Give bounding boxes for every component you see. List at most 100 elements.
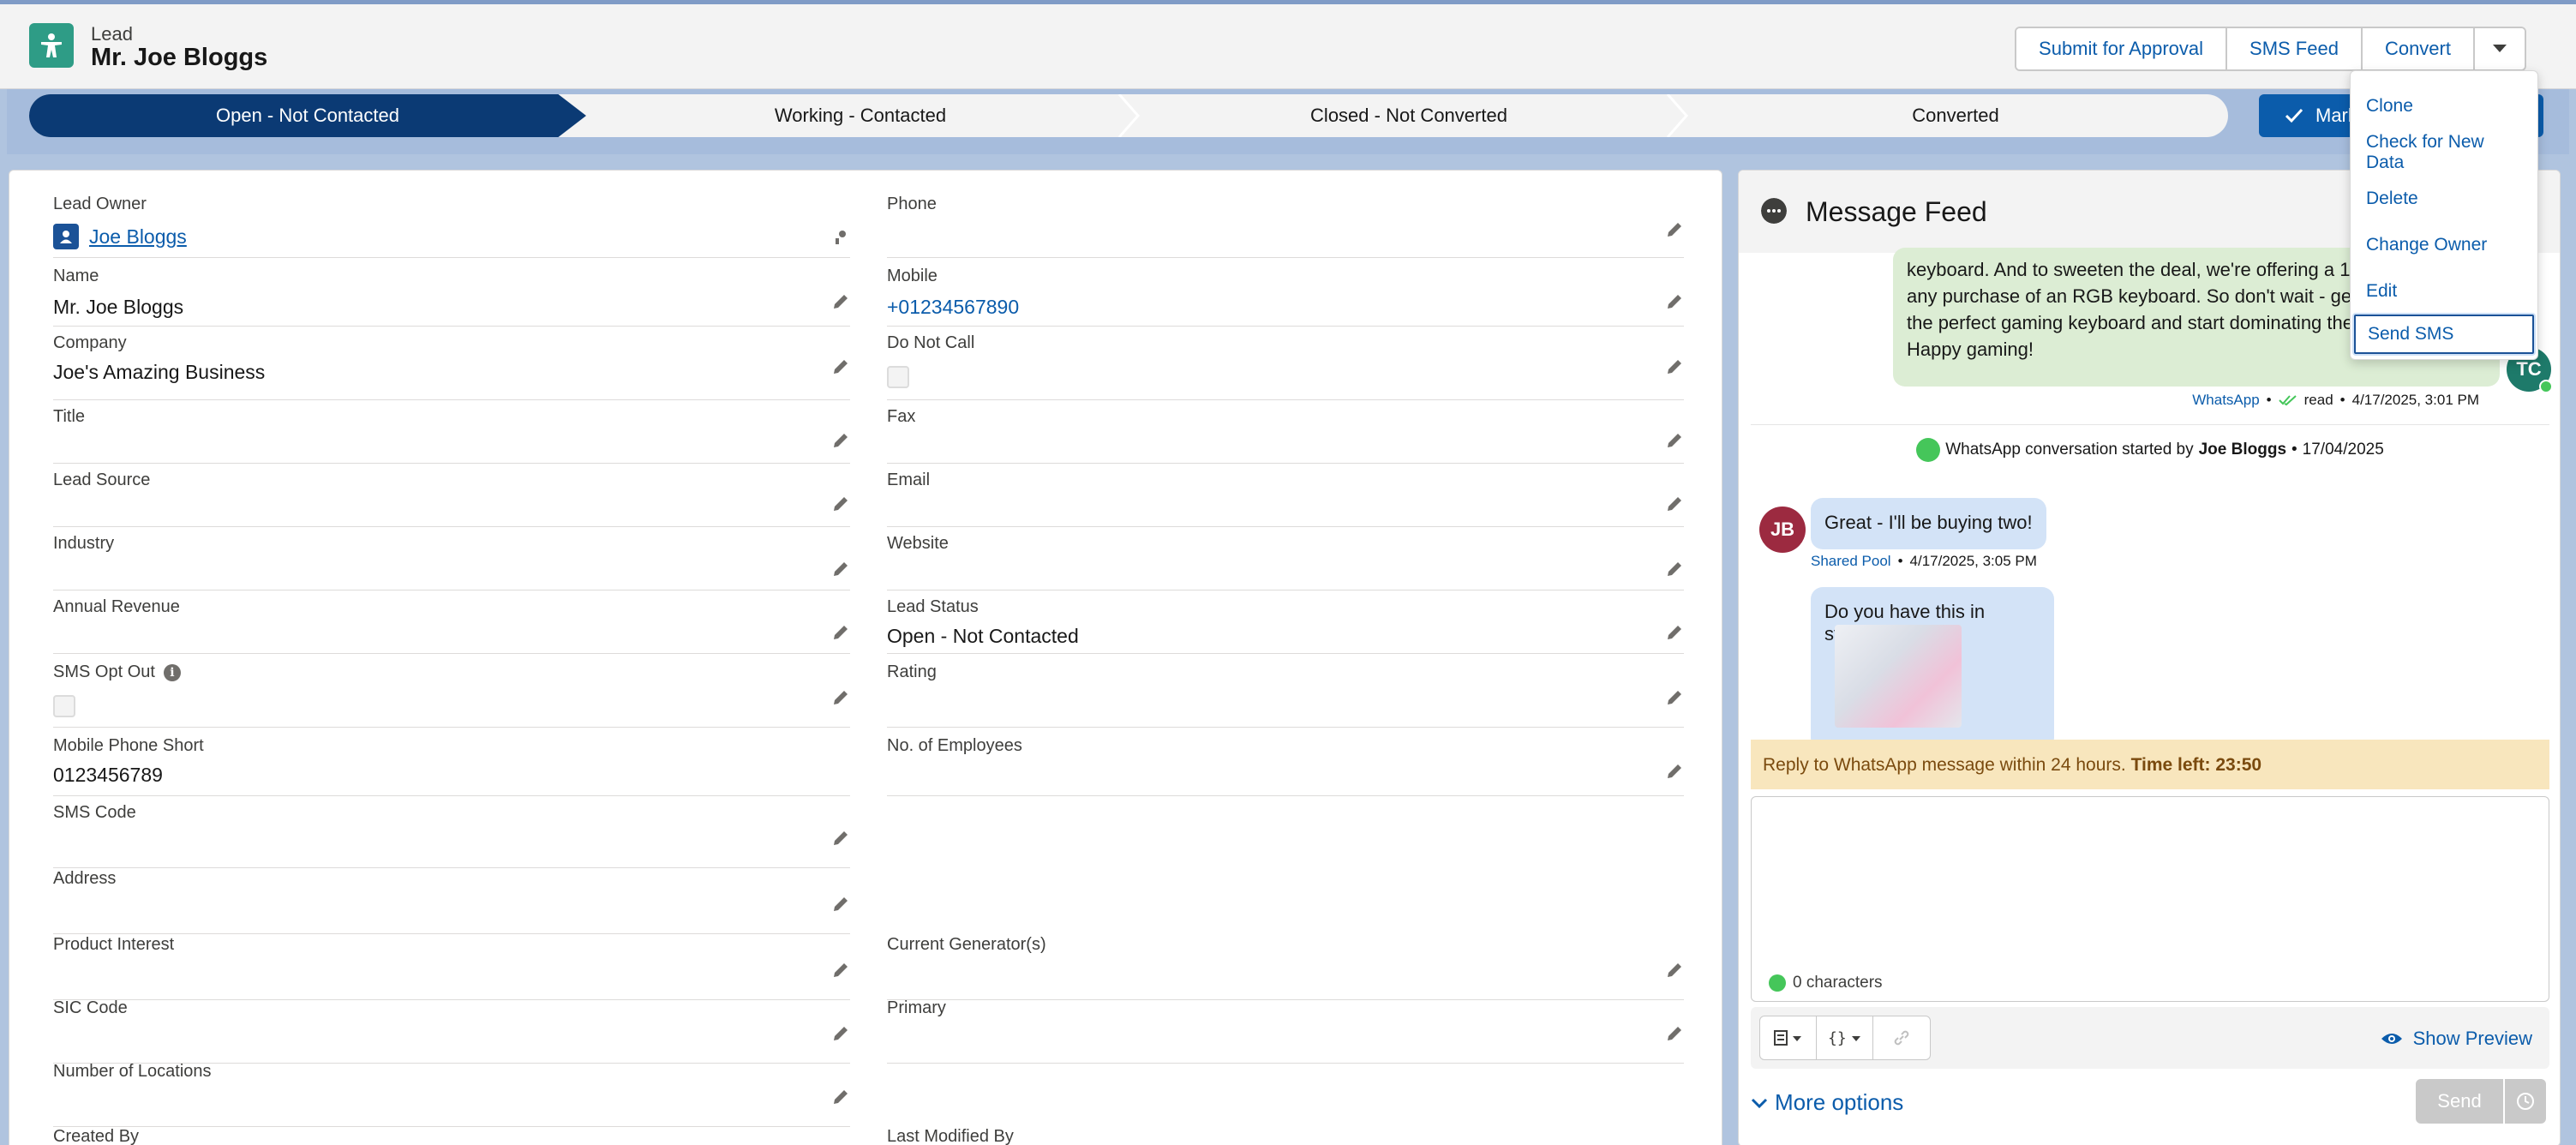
more-actions-button[interactable] (2475, 28, 2525, 69)
whatsapp-icon (1916, 438, 1941, 462)
field-current-generators: Current Generator(s) (887, 935, 1684, 1000)
more-options-toggle[interactable]: More options (1751, 1089, 1903, 1116)
edit-pencil-icon[interactable] (1665, 292, 1684, 311)
edit-pencil-icon[interactable] (831, 623, 850, 642)
header-action-group: Submit for Approval SMS Feed Convert (2015, 27, 2526, 71)
field-label: Do Not Call (887, 333, 975, 352)
keyboard-image[interactable] (1835, 625, 1962, 728)
field-value: Mr. Joe Bloggs (53, 296, 184, 318)
mobile-link[interactable]: +01234567890 (887, 296, 1019, 319)
sms-opt-out-checkbox[interactable] (53, 695, 75, 717)
field-no-of-employees: No. of Employees (887, 736, 1684, 796)
field-label: Lead Owner (53, 195, 147, 213)
svg-text:{}: {} (1828, 1029, 1847, 1046)
change-owner-icon[interactable] (831, 227, 850, 246)
edit-pencil-icon[interactable] (831, 292, 850, 311)
field-value: 0123456789 (53, 764, 163, 786)
char-count-text: 0 characters (1793, 974, 1883, 992)
separator-dot: • (2291, 441, 2297, 459)
template-picker-button[interactable] (1760, 1016, 1817, 1059)
field-label: Lead Status (887, 597, 979, 616)
field-mobile: Mobile +01234567890 (887, 267, 1684, 327)
menu-item-delete[interactable]: Delete (2351, 176, 2537, 222)
edit-pencil-icon[interactable] (1665, 560, 1684, 578)
lead-owner-link[interactable]: Joe Bloggs (89, 225, 187, 249)
edit-pencil-icon[interactable] (831, 560, 850, 578)
merge-field-button[interactable]: {} (1817, 1016, 1873, 1059)
chat-icon (1761, 198, 1787, 224)
path-stage-converted[interactable]: Converted (1683, 94, 2228, 137)
edit-pencil-icon[interactable] (831, 431, 850, 450)
lead-path: Open - Not Contacted Working - Contacted… (29, 94, 2228, 137)
field-do-not-call: Do Not Call (887, 333, 1684, 400)
do-not-call-checkbox[interactable] (887, 366, 909, 388)
field-label: Lead Source (53, 471, 151, 489)
menu-item-send-sms[interactable]: Send SMS (2354, 315, 2534, 354)
field-label: Industry (53, 534, 115, 553)
field-created-by: Created By (53, 1127, 850, 1145)
info-icon[interactable]: i (163, 663, 181, 681)
edit-pencil-icon[interactable] (1665, 762, 1684, 781)
field-label: Annual Revenue (53, 597, 180, 616)
message-compose-input[interactable]: 0 characters (1751, 796, 2549, 1002)
edit-pencil-icon[interactable] (1665, 961, 1684, 980)
template-icon (1773, 1030, 1801, 1046)
field-label: Current Generator(s) (887, 935, 1046, 954)
show-preview-label: Show Preview (2412, 1028, 2532, 1049)
edit-pencil-icon[interactable] (831, 829, 850, 848)
separator-dot: • (2266, 392, 2272, 408)
clock-icon (2517, 1093, 2534, 1110)
edit-pencil-icon[interactable] (1665, 431, 1684, 450)
field-label: Title (53, 407, 86, 426)
path-stage-open-not-contacted[interactable]: Open - Not Contacted (29, 94, 586, 137)
edit-pencil-icon[interactable] (831, 357, 850, 376)
edit-pencil-icon[interactable] (831, 1088, 850, 1106)
field-phone: Phone (887, 195, 1684, 258)
show-preview-button[interactable]: Show Preview (2381, 1028, 2532, 1050)
path-stage-closed-not-converted[interactable]: Closed - Not Converted (1135, 94, 1683, 137)
convert-button[interactable]: Convert (2362, 28, 2475, 69)
menu-item-change-owner[interactable]: Change Owner (2351, 222, 2537, 268)
edit-pencil-icon[interactable] (1665, 220, 1684, 239)
path-stage-working-contacted[interactable]: Working - Contacted (586, 94, 1135, 137)
field-sic-code: SIC Code (53, 998, 850, 1064)
edit-pencil-icon[interactable] (831, 895, 850, 914)
eye-icon (2381, 1034, 2402, 1044)
submit-for-approval-button[interactable]: Submit for Approval (2016, 28, 2228, 69)
field-lead-owner: Lead Owner Joe Bloggs (53, 195, 850, 258)
started-date: 17/04/2025 (2302, 441, 2384, 459)
edit-pencil-icon[interactable] (831, 961, 850, 980)
menu-item-check-for-new-data[interactable]: Check for New Data (2351, 129, 2537, 176)
reply-window-notice: Reply to WhatsApp message within 24 hour… (1751, 740, 2549, 789)
edit-pencil-icon[interactable] (831, 688, 850, 707)
edit-pencil-icon[interactable] (1665, 1024, 1684, 1043)
schedule-send-button[interactable] (2505, 1079, 2546, 1124)
edit-pencil-icon[interactable] (831, 1024, 850, 1043)
edit-pencil-icon[interactable] (1665, 688, 1684, 707)
edit-pencil-icon[interactable] (831, 495, 850, 513)
field-label: SMS Code (53, 803, 136, 822)
send-button[interactable]: Send (2416, 1079, 2505, 1124)
menu-item-clone[interactable]: Clone (2351, 83, 2537, 129)
edit-pencil-icon[interactable] (1665, 357, 1684, 376)
field-email: Email (887, 471, 1684, 527)
started-by-name: Joe Bloggs (2198, 441, 2287, 459)
sms-feed-button[interactable]: SMS Feed (2227, 28, 2363, 69)
message-time: 4/17/2025, 3:01 PM (2351, 392, 2479, 408)
edit-pencil-icon[interactable] (1665, 623, 1684, 642)
channel-label: WhatsApp (2192, 392, 2260, 408)
more-options-label: More options (1775, 1089, 1904, 1115)
outgoing-message-meta: WhatsApp • read • 4/17/2025, 3:01 PM (2192, 392, 2479, 409)
field-name: Name Mr. Joe Bloggs (53, 267, 850, 327)
field-label: Name (53, 267, 99, 285)
field-label: SIC Code (53, 998, 128, 1017)
separator-dot: • (1897, 553, 1903, 569)
field-primary: Primary (887, 998, 1684, 1064)
attach-button[interactable] (1873, 1016, 1930, 1059)
field-fax: Fax (887, 407, 1684, 464)
field-label: Address (53, 869, 117, 888)
object-type-label: Lead (91, 23, 133, 45)
menu-item-edit[interactable]: Edit (2351, 268, 2537, 315)
field-label: Number of Locations (53, 1062, 212, 1081)
edit-pencil-icon[interactable] (1665, 495, 1684, 513)
